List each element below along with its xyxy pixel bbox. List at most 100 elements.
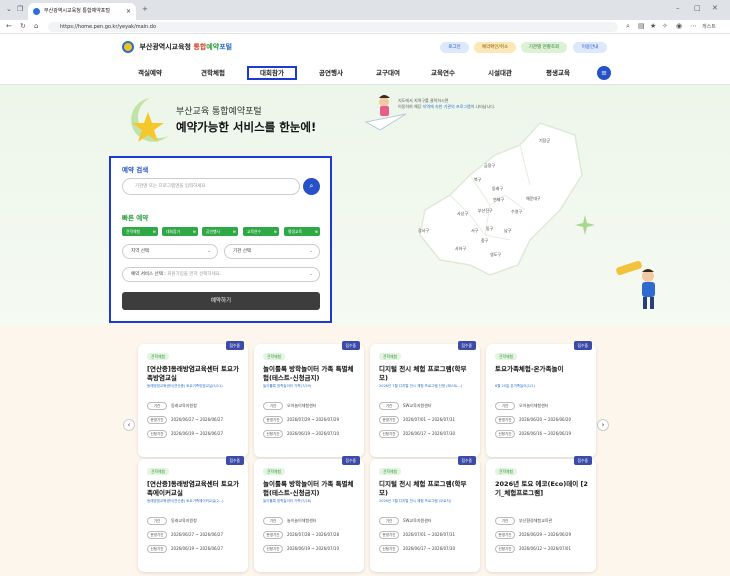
card-title: [연산중]동래방염교육센터 토요가족에이커교실 bbox=[147, 480, 239, 497]
card-title: 토요가족체험-온가족놀이 bbox=[495, 365, 564, 373]
url-field[interactable]: https://home.pen.go.kr/yeyak/main.do bbox=[48, 22, 618, 32]
run-period-row: 운영기간 2026/07/01 ~ 2026/07/31 bbox=[379, 531, 455, 539]
busan-map[interactable] bbox=[410, 115, 610, 295]
map-region-label[interactable]: 사하구 bbox=[455, 246, 466, 252]
map-region-label[interactable]: 기장군 bbox=[539, 138, 550, 144]
org-select[interactable]: 기관 선택 ⌄ bbox=[224, 244, 320, 259]
program-card[interactable]: 견학체험 접수중 토요가족체험-온가족놀이 6월 20일 온가족놀이(1/2) 기관 오아… bbox=[486, 341, 596, 457]
menu-item-training[interactable]: 교육연수 bbox=[423, 66, 463, 80]
quick-training-button[interactable]: 교육연수 ⊕ bbox=[243, 227, 279, 236]
more-icon[interactable]: ⋯ bbox=[690, 22, 697, 30]
search-input[interactable]: 기관명 또는 프로그램명을 입력하세요 bbox=[122, 178, 300, 195]
map-note: 지도에서 지역구를 클릭하시면 이동하여 해당 지역에 속한 기관의 프로그램이… bbox=[398, 98, 496, 109]
reservation-check-button[interactable]: 예약확인/취소 bbox=[474, 42, 516, 53]
site-logo[interactable]: 부산광역시교육청 통합예약포털 bbox=[122, 41, 232, 53]
run-period-row: 운영기간 2026/07/01 ~ 2026/07/31 bbox=[379, 416, 455, 424]
new-tab-button[interactable]: + bbox=[142, 5, 148, 13]
map-region-label[interactable]: 영도구 bbox=[490, 252, 501, 258]
run-period-row: 운영기간 2026/06/27 ~ 2026/06/27 bbox=[147, 416, 223, 424]
menu-item-lifelong[interactable]: 평생교육 bbox=[538, 66, 578, 80]
map-region-label[interactable]: 동구 bbox=[486, 226, 493, 232]
program-card[interactable]: 견학체험 접수중 디지털 전시 체험 프로그램(학부모) 2026년 7월 디지털 전… bbox=[370, 341, 480, 457]
map-region-label[interactable]: 사상구 bbox=[457, 211, 468, 217]
menu-item-performance[interactable]: 공연행사 bbox=[311, 66, 351, 80]
browser-tab[interactable]: 부산광역시교육청 통합예약포털 × bbox=[28, 3, 136, 20]
guide-button[interactable]: 이용안내 bbox=[573, 42, 607, 53]
guest-label[interactable]: 게스트 bbox=[702, 23, 716, 30]
tab-close-icon[interactable]: × bbox=[126, 3, 131, 20]
map-region-label[interactable]: 금정구 bbox=[484, 163, 495, 169]
program-card[interactable]: 견학체험 접수중 [연산중]동래방염교육센터 토요가족에이커교실 동래방염교육센터(연… bbox=[138, 456, 248, 572]
map-region-label[interactable]: 연제구 bbox=[493, 197, 504, 203]
main-menu bbox=[0, 61, 730, 85]
quick-lifelong-button[interactable]: 평생교육 ⊕ bbox=[284, 227, 320, 236]
reserve-button[interactable]: 예약하기 bbox=[122, 292, 320, 310]
org-row: 기관 오아놀이체험센터 bbox=[263, 402, 316, 410]
menu-item-tour[interactable]: 견학체험 bbox=[193, 66, 233, 80]
category-badge: 견학체험 bbox=[263, 468, 285, 475]
region-select[interactable]: 지역 선택 ⌄ bbox=[122, 244, 218, 259]
home-icon[interactable]: ⌂ bbox=[34, 22, 38, 30]
profile-icon[interactable]: ◉ bbox=[676, 22, 682, 30]
card-title: 놀이룰룩 방학놀이터 가족 특별체험(테스트-신청금지) bbox=[263, 365, 354, 382]
map-region-label[interactable]: 부산진구 bbox=[478, 208, 493, 214]
reader-icon[interactable]: ▤ bbox=[638, 22, 645, 30]
logo-brand-b: 예약 bbox=[206, 43, 220, 51]
telescope-kid-illustration bbox=[616, 260, 655, 309]
quick-performance-button[interactable]: 공연행사 ⊕ bbox=[202, 227, 238, 236]
category-badge: 견학체험 bbox=[379, 353, 401, 360]
map-region-label[interactable]: 강서구 bbox=[418, 228, 429, 234]
search-icon[interactable]: ⌕ bbox=[303, 178, 320, 195]
menu-item-equipment[interactable]: 교구대여 bbox=[368, 66, 408, 80]
program-card[interactable]: 견학체험 접수중 [연산중]동래방염교육센터 토요가족방염교실 동래방염교육센터(연산… bbox=[138, 341, 248, 457]
map-region-label[interactable]: 북구 bbox=[474, 177, 481, 183]
program-card[interactable]: 견학체험 접수중 놀이룰룩 방학놀이터 가족 특별체험(테스트-신청금지) 놀이룰룩 … bbox=[254, 341, 364, 457]
card-title: 디지털 전시 체험 프로그램(학부모) bbox=[379, 365, 467, 382]
hamburger-icon[interactable]: ≡ bbox=[597, 66, 611, 80]
carousel-next-button[interactable]: › bbox=[597, 419, 609, 431]
apply-period-row: 신청기간 2026/06/17 ~ 2026/07/30 bbox=[379, 545, 455, 553]
chevron-down-icon: ⌄ bbox=[207, 249, 211, 254]
map-region-label[interactable]: 수영구 bbox=[511, 209, 522, 215]
apply-period-row: 신청기간 2026/06/12 ~ 2026/07/01 bbox=[495, 545, 571, 553]
close-window-icon[interactable]: ✕ bbox=[712, 4, 718, 12]
login-button[interactable]: 로그인 bbox=[440, 42, 469, 53]
menu-item-room[interactable]: 객실예약 bbox=[130, 66, 170, 80]
quick-tour-button[interactable]: 견학체험 ⊕ bbox=[122, 227, 158, 236]
program-card[interactable]: 견학체험 접수중 놀이룰룩 방학놀이터 가족 특별체험(테스트-신청금지) 놀이룰룩 … bbox=[254, 456, 364, 572]
map-region-label[interactable]: 동래구 bbox=[492, 186, 503, 192]
minimize-icon[interactable]: – bbox=[676, 4, 680, 12]
tab-actions-icon[interactable]: ❐ bbox=[17, 5, 23, 13]
map-region-label[interactable]: 남구 bbox=[504, 228, 511, 234]
status-badge: 접수중 bbox=[573, 341, 592, 350]
quick-title: 빠른 예약 bbox=[122, 214, 149, 222]
map-region-label[interactable]: 해운대구 bbox=[526, 196, 541, 202]
carousel-prev-button[interactable]: ‹ bbox=[123, 419, 135, 431]
program-card[interactable]: 견학체험 접수중 2026년 토요 에코(Eco)데이 [2기_체험프로그램] 기관 부… bbox=[486, 456, 596, 572]
status-badge: 접수중 bbox=[457, 341, 476, 350]
moon-star-illustration bbox=[131, 98, 168, 142]
plus-icon: ⊕ bbox=[232, 229, 236, 234]
search-page-icon[interactable]: ⌕ bbox=[626, 22, 630, 31]
window-menu-icon[interactable]: ⌄ bbox=[6, 5, 12, 13]
map-region-label[interactable]: 서구 bbox=[471, 228, 478, 234]
apply-period-row: 신청기간 2026/06/19 ~ 2026/06/27 bbox=[147, 430, 223, 438]
org-status-button[interactable]: 기관별 현황조회 bbox=[521, 42, 567, 53]
maximize-icon[interactable]: □ bbox=[694, 4, 701, 12]
refresh-icon[interactable]: ↻ bbox=[20, 22, 26, 30]
org-row: 기관 오아놀이체험센터 bbox=[495, 402, 548, 410]
menu-item-facility[interactable]: 시설대관 bbox=[480, 66, 520, 80]
quick-contest-button[interactable]: 대회참가 ⊕ bbox=[162, 227, 198, 236]
favorite-icon[interactable]: ★ bbox=[650, 22, 656, 30]
extensions-icon[interactable]: ✧ bbox=[662, 22, 668, 30]
status-badge: 접수중 bbox=[225, 341, 244, 350]
menu-item-contest[interactable]: 대회참가 bbox=[247, 66, 297, 80]
site-header bbox=[0, 34, 730, 60]
org-row: 기관 동래교육지원청 bbox=[147, 517, 197, 525]
service-select[interactable]: 예약 서비스 선택 : 회원가입을 먼저 선택하세요. ⌄ bbox=[122, 267, 320, 282]
tab-title: 부산광역시교육청 통합예약포털 bbox=[44, 8, 110, 14]
run-period-row: 운영기간 2026/07/29 ~ 2026/07/29 bbox=[263, 416, 339, 424]
program-card[interactable]: 견학체험 접수중 디지털 전시 체험 프로그램(학부모) 2026년 7월 디지털 전… bbox=[370, 456, 480, 572]
back-icon[interactable]: ← bbox=[6, 22, 12, 30]
map-region-label[interactable]: 중구 bbox=[481, 238, 488, 244]
